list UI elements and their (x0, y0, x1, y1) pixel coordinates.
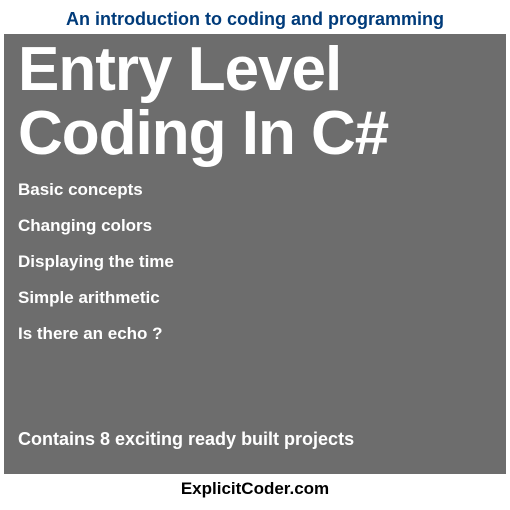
title-line-2: Coding In C# (18, 99, 388, 168)
book-title: Entry Level Coding In C# (18, 34, 492, 166)
brand-text: ExplicitCoder.com (181, 479, 329, 499)
topic-list: Basic concepts Changing colors Displayin… (18, 180, 492, 344)
footer-bar: ExplicitCoder.com (4, 474, 506, 504)
topic-item: Is there an echo ? (18, 324, 492, 344)
header-subtitle: An introduction to coding and programmin… (66, 9, 444, 30)
topic-item: Basic concepts (18, 180, 492, 200)
topic-item: Displaying the time (18, 252, 492, 272)
title-line-1: Entry Level (18, 35, 341, 104)
tagline-text: Contains 8 exciting ready built projects (18, 429, 354, 450)
topic-item: Changing colors (18, 216, 492, 236)
topic-item: Simple arithmetic (18, 288, 492, 308)
header-bar: An introduction to coding and programmin… (4, 4, 506, 34)
main-panel: Entry Level Coding In C# Basic concepts … (4, 34, 506, 474)
cover-container: An introduction to coding and programmin… (0, 0, 510, 510)
